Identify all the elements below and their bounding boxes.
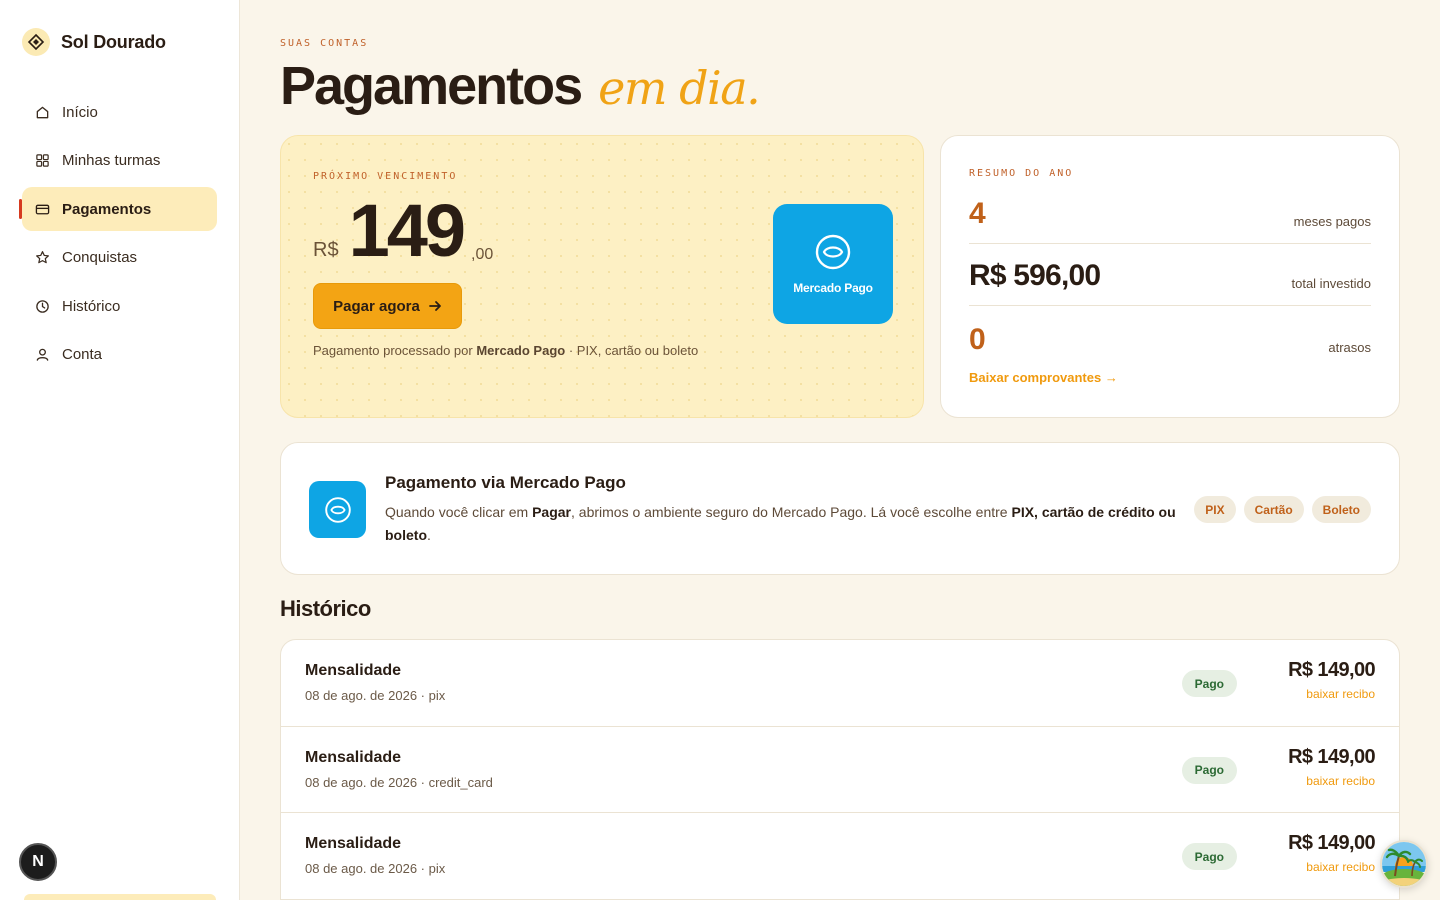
download-receipts-link[interactable]: Baixar comprovantes → [969, 370, 1118, 385]
due-eyebrow: PRÓXIMO VENCIMENTO [313, 171, 458, 182]
palm-beach-icon [1382, 842, 1426, 886]
summary-value: 0 [969, 323, 986, 356]
pay-now-button[interactable]: Pagar agora [313, 283, 462, 329]
mercado-pago-logo: Mercado Pago [773, 204, 893, 324]
history-item-meta: 08 de ago. de 2026 · credit_card [305, 774, 493, 790]
info-title: Pagamento via Mercado Pago [385, 473, 626, 492]
summary-row-delays: 0 atrasos [969, 319, 1371, 356]
history-item-meta: 08 de ago. de 2026 · pix [305, 861, 446, 876]
summary-value: 4 [969, 197, 986, 230]
info-text-bold-1: Pagar [532, 504, 571, 520]
info-text: Quando você clicar em Pagar, abrimos o a… [385, 501, 1185, 547]
sidebar-item-conta[interactable]: Conta [22, 333, 217, 377]
sidebar-item-pagamentos[interactable]: Pagamentos [19, 187, 217, 231]
page-title: Pagamentos em dia. [280, 55, 761, 117]
avatar[interactable] [1380, 840, 1428, 888]
download-receipt-link[interactable]: baixar recibo [1306, 687, 1375, 701]
brand[interactable]: Sol Dourado [22, 28, 166, 56]
history-item-name: Mensalidade [305, 748, 402, 766]
info-text-1: Quando você clicar em [385, 504, 529, 520]
sidebar: Sol Dourado Início Minhas turmas Pagamen… [0, 0, 240, 900]
info-text-2: , abrimos o ambiente seguro do Mercado P… [571, 504, 1008, 520]
due-note-prefix: Pagamento processado por [313, 343, 473, 358]
sidebar-item-label: Conta [62, 346, 103, 363]
home-icon [36, 106, 49, 118]
summary-label: atrasos [1328, 340, 1371, 355]
history-item-amount: R$ 149,00 [1288, 745, 1376, 768]
chip-pix: PIX [1194, 496, 1236, 523]
next-due-card: PRÓXIMO VENCIMENTO R$ 149 ,00 Pagar agor… [280, 135, 924, 418]
due-currency: R$ [313, 239, 339, 261]
history-list: Mensalidade 08 de ago. de 2026 · pix Pag… [280, 639, 1400, 900]
history-item-amount: R$ 149,00 [1288, 659, 1376, 681]
year-summary-card: RESUMO DO ANO 4 meses pagos R$ 596,00 to… [940, 135, 1400, 418]
mercado-pago-icon [309, 481, 366, 538]
due-note: Pagamento processado por Mercado Pago · … [313, 343, 698, 358]
download-receipt-link[interactable]: baixar recibo [1306, 774, 1375, 788]
chip-boleto: Boleto [1311, 496, 1371, 523]
history-item-meta: 08 de ago. de 2026 · pix [305, 688, 446, 703]
summary-row-months-paid: 4 meses pagos [969, 194, 1371, 244]
page-title-accent: em dia. [598, 61, 761, 115]
diamond-sun-icon [22, 28, 50, 56]
due-amount: R$ 149 ,00 [313, 194, 493, 268]
sidebar-item-historico[interactable]: Histórico [22, 284, 217, 328]
summary-value: R$ 596,00 [969, 259, 1101, 292]
download-receipt-link[interactable]: baixar recibo [1306, 860, 1375, 874]
summary-label: meses pagos [1293, 214, 1371, 229]
status-badge: Pago [1181, 670, 1237, 697]
page-eyebrow: SUAS CONTAS [280, 38, 369, 49]
status-badge: Pago [1181, 843, 1237, 870]
history-item-amount: R$ 149,00 [1288, 832, 1376, 854]
history-row: Mensalidade 08 de ago. de 2026 · pix Pag… [281, 640, 1399, 727]
history-row: Mensalidade 08 de ago. de 2026 · pix Pag… [281, 813, 1399, 900]
sidebar-item-label: Conquistas [62, 249, 138, 266]
info-text-3: . [427, 527, 431, 543]
mercado-pago-logo-text: Mercado Pago [793, 281, 873, 295]
sidebar-item-minhas-turmas[interactable]: Minhas turmas [22, 139, 217, 183]
sidebar-item-conquistas[interactable]: Conquistas [22, 236, 217, 280]
due-note-provider: Mercado Pago [476, 343, 566, 358]
page-title-main: Pagamentos [280, 56, 583, 116]
arrow-right-icon [428, 301, 441, 311]
summary-row-total-invested: R$ 596,00 total investido [969, 256, 1371, 306]
mercado-pago-icon [815, 234, 851, 270]
star-icon [36, 251, 49, 264]
due-amount-int: 149 [348, 189, 466, 272]
main-content: SUAS CONTAS Pagamentos em dia. PRÓXIMO V… [240, 0, 1440, 900]
sidebar-item-label: Pagamentos [62, 200, 152, 218]
sidebar-item-label: Histórico [62, 297, 121, 315]
history-row: Mensalidade 08 de ago. de 2026 · credit_… [281, 727, 1399, 813]
history-item-name: Mensalidade [305, 662, 402, 679]
chip-cartao: Cartão [1243, 496, 1304, 523]
credit-card-icon [35, 204, 50, 214]
payment-info-card: Pagamento via Mercado Pago Quando você c… [280, 442, 1400, 575]
sidebar-footer-card[interactable] [24, 894, 216, 900]
sidebar-item-label: Início [62, 103, 98, 121]
status-badge: Pago [1181, 756, 1237, 784]
due-amount-cents: ,00 [471, 246, 494, 263]
summary-label: total investido [1291, 276, 1372, 291]
summary-eyebrow: RESUMO DO ANO [969, 168, 1074, 179]
clock-icon [36, 299, 49, 313]
sidebar-nav: Início Minhas turmas Pagamentos Conquist… [19, 90, 217, 381]
brand-name: Sol Dourado [61, 31, 166, 52]
grid-icon [36, 154, 49, 167]
sidebar-item-label: Minhas turmas [62, 152, 161, 169]
history-item-name: Mensalidade [305, 835, 402, 852]
dev-tools-badge[interactable]: N [19, 843, 57, 881]
user-icon [36, 348, 49, 361]
due-note-suffix: · PIX, cartão ou boleto [568, 343, 699, 358]
history-title: Histórico [280, 596, 371, 621]
payment-method-chips: PIX Cartão Boleto [1194, 496, 1371, 523]
sidebar-item-inicio[interactable]: Início [22, 90, 217, 134]
pay-now-label: Pagar agora [333, 297, 420, 315]
